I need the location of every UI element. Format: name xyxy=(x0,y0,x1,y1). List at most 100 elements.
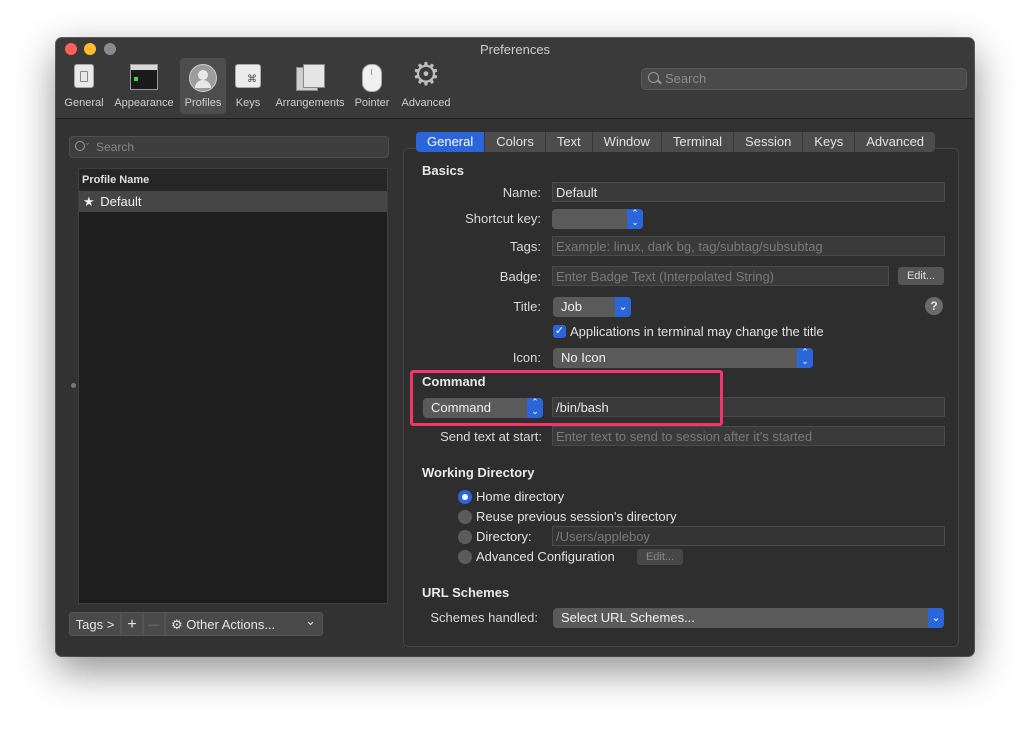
remove-icon: — xyxy=(148,619,160,631)
arrangements-icon xyxy=(296,64,325,91)
chevron-down-icon: ⌄ xyxy=(305,613,316,628)
advanced-config-edit-button[interactable]: Edit... xyxy=(637,549,683,565)
profiles-icon xyxy=(189,64,217,92)
toolbar-arrangements[interactable]: Arrangements xyxy=(270,58,350,114)
tab-session[interactable]: Session xyxy=(734,132,804,152)
appearance-icon xyxy=(130,64,158,90)
list-item[interactable]: ★ Default xyxy=(79,191,387,212)
tab-text[interactable]: Text xyxy=(545,132,593,152)
badge-edit-button[interactable]: Edit... xyxy=(898,267,944,285)
tags-label: Tags: xyxy=(509,239,541,254)
section-title-url-schemes: URL Schemes xyxy=(422,585,510,600)
radio-directory[interactable] xyxy=(458,530,472,544)
other-actions-label: Other Actions... xyxy=(186,617,276,632)
radio-label: Advanced Configuration xyxy=(476,549,615,564)
radio-label: Reuse previous session's directory xyxy=(476,509,677,524)
tags-field[interactable]: Example: linux, dark bg, tag/subtag/subs… xyxy=(552,236,945,256)
toolbar-label: Pointer xyxy=(354,97,390,109)
search-icon xyxy=(75,141,85,151)
general-icon xyxy=(74,64,94,88)
help-button[interactable]: ? xyxy=(925,297,943,315)
gear-glyph: ⚙ xyxy=(411,56,441,92)
radio-advanced-configuration[interactable] xyxy=(458,550,472,564)
url-schemes-value: Select URL Schemes... xyxy=(561,610,695,625)
add-icon: + xyxy=(127,616,137,633)
tab-advanced[interactable]: Advanced xyxy=(855,132,936,152)
titlebar: Preferences General Appearance Profiles xyxy=(56,38,974,119)
search-placeholder: Search xyxy=(665,71,707,86)
search-placeholder: Search xyxy=(96,140,135,154)
chevron-down-icon: ⌄ xyxy=(928,608,944,628)
section-title-basics: Basics xyxy=(422,163,464,178)
title-popup[interactable]: Job ⌄ xyxy=(553,297,631,317)
toolbar-general[interactable]: General xyxy=(62,58,106,114)
tags-button[interactable]: Tags > xyxy=(69,612,121,636)
title-popup-value: Job xyxy=(561,299,582,314)
directory-field[interactable]: /Users/appleboy xyxy=(552,526,945,546)
schemes-handled-label: Schemes handled: xyxy=(430,610,538,625)
toolbar-search-input[interactable]: Search xyxy=(641,68,967,90)
tags-button-label: Tags > xyxy=(75,617,115,632)
chevron-down-icon: ˇ xyxy=(86,142,89,152)
profile-tabs: General Colors Text Window Terminal Sess… xyxy=(416,132,936,152)
tab-window[interactable]: Window xyxy=(592,132,662,152)
gear-icon: ⚙ xyxy=(171,617,183,632)
shortcut-key-label: Shortcut key: xyxy=(465,211,541,226)
toolbar-advanced[interactable]: ⚙ Advanced xyxy=(396,58,456,114)
star-icon: ★ xyxy=(83,194,95,209)
name-field[interactable]: Default xyxy=(552,182,945,202)
search-icon-handle xyxy=(657,79,662,85)
toolbar-label: Appearance xyxy=(114,97,174,109)
gear-icon: ⚙ xyxy=(412,58,441,90)
title-label: Title: xyxy=(513,299,541,314)
toolbar-pointer[interactable]: Pointer xyxy=(352,58,392,114)
radio-label: Home directory xyxy=(476,489,565,504)
toolbar-profiles[interactable]: Profiles xyxy=(180,58,226,114)
chevron-down-icon: ⌄ xyxy=(615,297,631,317)
toolbar-label: Keys xyxy=(235,97,261,109)
name-label: Name: xyxy=(502,185,541,200)
tab-colors[interactable]: Colors xyxy=(485,132,546,152)
send-text-field[interactable]: Enter text to send to session after it's… xyxy=(552,426,945,446)
radio-label: Directory: xyxy=(476,529,532,544)
preferences-window: Preferences General Appearance Profiles xyxy=(56,38,974,656)
command-glyph: ⌘ xyxy=(247,74,257,85)
badge-label: Badge: xyxy=(499,269,541,284)
splitter-handle[interactable] xyxy=(71,383,76,388)
radio-home-directory[interactable] xyxy=(458,490,472,504)
tab-terminal[interactable]: Terminal xyxy=(661,132,735,152)
remove-profile-button[interactable]: — xyxy=(143,612,165,636)
toolbar-label: Advanced xyxy=(401,97,451,109)
title-checkbox-label: Applications in terminal may change the … xyxy=(570,324,824,339)
stepper-icon: ⌃ ⌄ xyxy=(797,348,813,368)
profile-search-input[interactable]: ˇ Search xyxy=(69,136,389,158)
toolbar-label: Arrangements xyxy=(275,97,345,109)
add-profile-button[interactable]: + xyxy=(121,612,143,636)
icon-popup[interactable]: No Icon ⌃ ⌄ xyxy=(553,348,813,368)
toolbar-appearance[interactable]: Appearance xyxy=(112,58,176,114)
tab-general[interactable]: General xyxy=(416,132,486,152)
toolbar-keys[interactable]: ⌘ Keys xyxy=(230,58,266,114)
tab-keys[interactable]: Keys xyxy=(803,132,856,152)
url-schemes-popup[interactable]: Select URL Schemes... ⌄ xyxy=(553,608,944,628)
keys-icon: ⌘ xyxy=(235,64,261,88)
badge-field[interactable]: Enter Badge Text (Interpolated String) xyxy=(552,266,889,286)
column-header-label: Profile Name xyxy=(82,174,150,186)
shortcut-key-popup[interactable]: ⌃ ⌄ xyxy=(552,209,643,229)
pointer-icon xyxy=(362,64,382,92)
radio-reuse-directory[interactable] xyxy=(458,510,472,524)
window-title: Preferences xyxy=(479,42,551,57)
toolbar-label: General xyxy=(64,97,104,109)
profile-name: Default xyxy=(100,194,142,209)
section-title-working-directory: Working Directory xyxy=(422,465,535,480)
stepper-icon: ⌃ ⌄ xyxy=(627,209,643,229)
icon-label: Icon: xyxy=(512,350,541,365)
profile-list[interactable]: Profile Name ★ Default xyxy=(78,168,388,604)
title-checkbox[interactable]: ✓ xyxy=(553,325,566,338)
column-header[interactable]: Profile Name xyxy=(79,169,387,192)
command-highlight-box xyxy=(410,370,723,426)
other-actions-menu[interactable]: ⚙ Other Actions... ⌄ xyxy=(165,612,323,636)
toolbar-label: Profiles xyxy=(184,97,222,109)
icon-popup-value: No Icon xyxy=(561,350,606,365)
send-text-label: Send text at start: xyxy=(440,429,542,444)
